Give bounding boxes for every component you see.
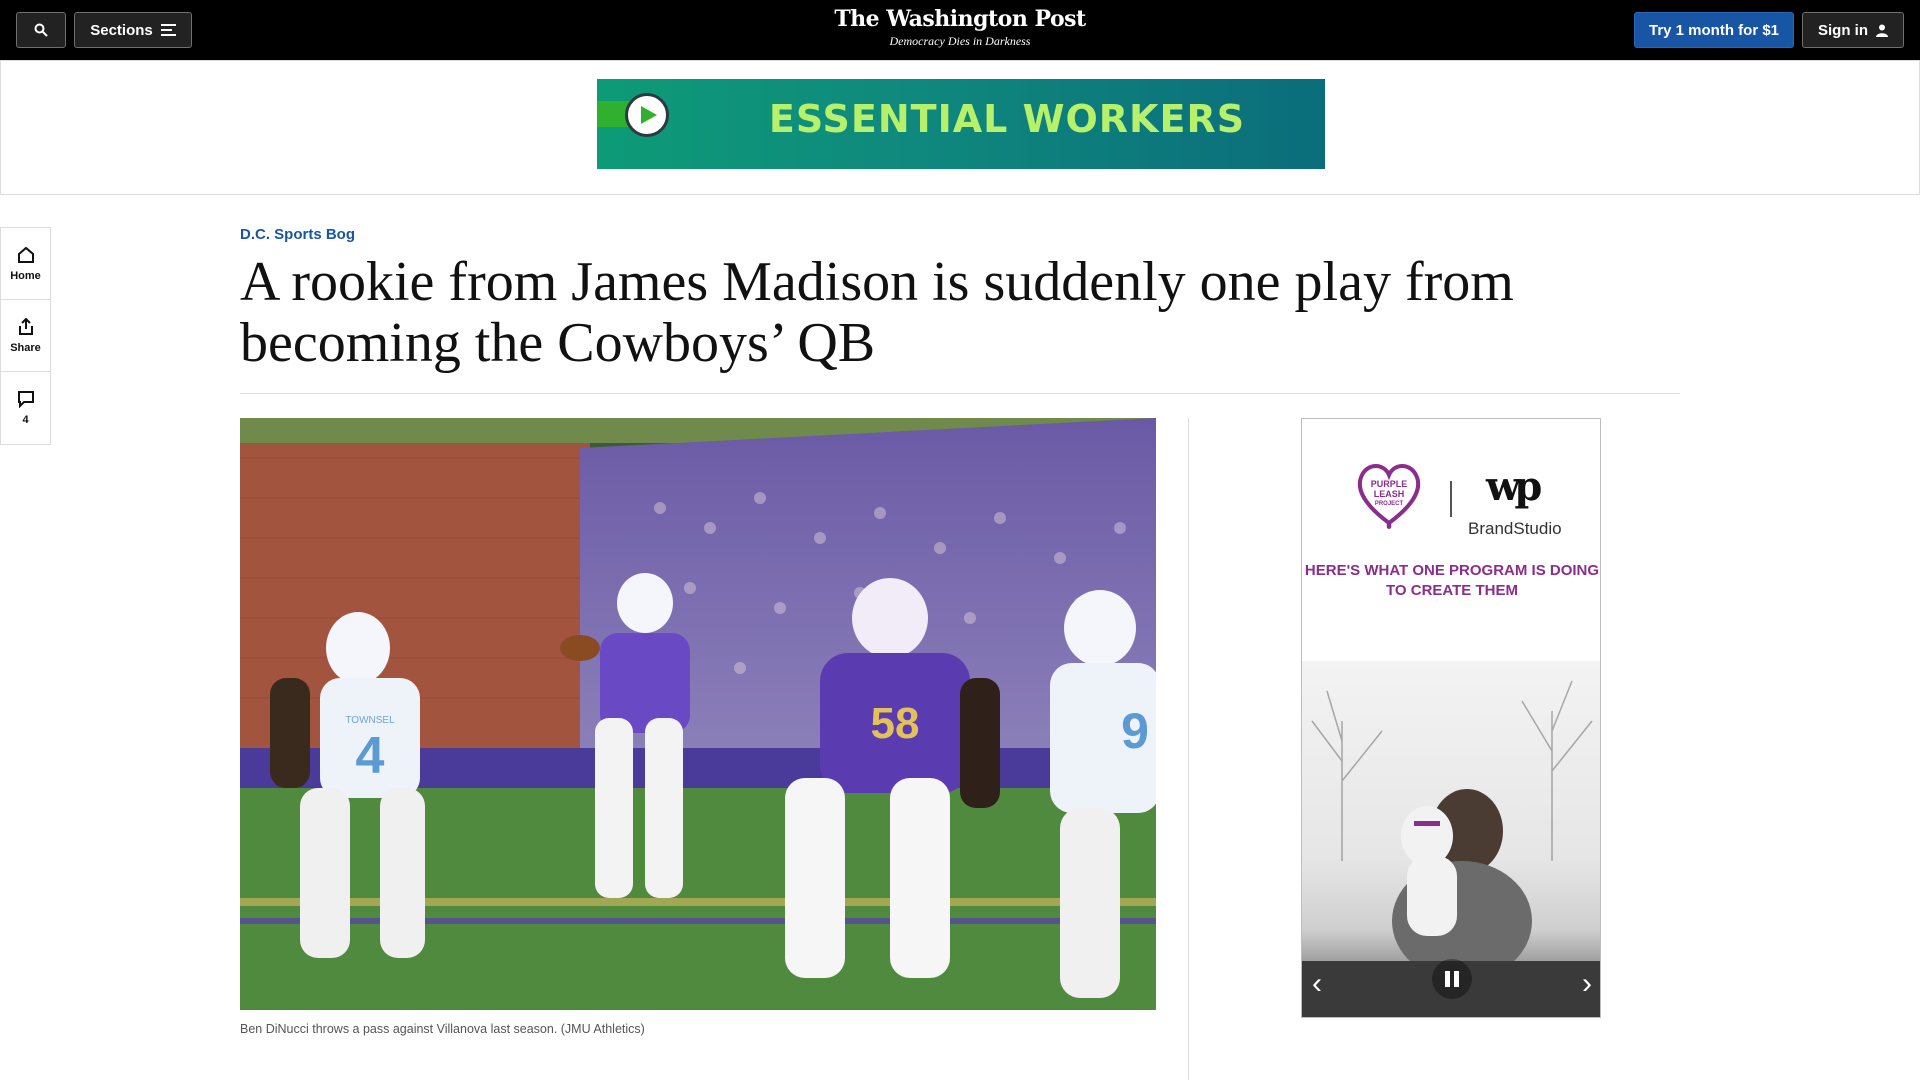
- rail-share-label: Share: [10, 341, 41, 354]
- sign-in-button[interactable]: Sign in: [1802, 12, 1904, 48]
- user-icon: [1876, 24, 1888, 37]
- article-lead-photo: TOWNSEL 4 58 9: [240, 418, 1156, 1010]
- ad-prev-arrow[interactable]: ‹: [1312, 967, 1322, 1001]
- top-nav-bar: Sections The Washington Post Democracy D…: [0, 0, 1920, 60]
- comment-icon: [17, 391, 34, 408]
- ad-logo-divider: [1450, 481, 1452, 517]
- article-headline: A rookie from James Madison is suddenly …: [240, 251, 1514, 374]
- rail-home-label: Home: [10, 269, 41, 282]
- jersey-right-number: 9: [1121, 703, 1149, 759]
- brandstudio-side-ad[interactable]: PURPLE LEASH PROJECT wp BrandStudio HERE…: [1301, 418, 1601, 1018]
- jersey-left-number: 4: [356, 727, 385, 785]
- wp-monogram: wp: [1486, 463, 1542, 510]
- site-logo[interactable]: The Washington Post Democracy Dies in Da…: [0, 6, 1920, 49]
- purple-leash-logo: PURPLE LEASH PROJECT: [1354, 459, 1424, 534]
- ad-pause-button[interactable]: [1432, 959, 1472, 999]
- purple-leash-line1: PURPLE: [1370, 479, 1408, 489]
- comments-count: 4: [22, 414, 29, 426]
- side-ad-photo: ‹ ›: [1302, 661, 1600, 1017]
- home-icon: [17, 246, 34, 263]
- logo-tagline: Democracy Dies in Darkness: [889, 34, 1031, 48]
- ad-next-arrow[interactable]: ›: [1582, 967, 1592, 1001]
- essential-workers-ad[interactable]: ESSENTIAL WORKERS: [597, 79, 1325, 169]
- left-share-rail: Home Share 4: [0, 227, 51, 445]
- share-icon: [18, 317, 33, 335]
- rail-home-button[interactable]: Home: [1, 228, 50, 300]
- headline-divider: [240, 393, 1680, 394]
- play-icon: [625, 93, 669, 137]
- pause-icon-bar-left: [1445, 971, 1450, 987]
- jersey-left-name: TOWNSEL: [345, 715, 395, 726]
- jersey-center-number: 58: [871, 699, 920, 748]
- sign-in-label: Sign in: [1818, 21, 1868, 39]
- football-photo-illustration: TOWNSEL 4 58 9: [240, 418, 1156, 1010]
- brandstudio-label: BrandStudio: [1468, 519, 1562, 538]
- rail-comments-button[interactable]: 4: [1, 372, 50, 444]
- photo-caption: Ben DiNucci throws a pass against Villan…: [240, 1022, 645, 1036]
- subscribe-trial-button[interactable]: Try 1 month for $1: [1634, 12, 1794, 48]
- side-ad-copy: HERE'S WHAT ONE PROGRAM IS DOING TO CREA…: [1304, 562, 1600, 599]
- column-divider: [1188, 418, 1189, 1080]
- logo-wordmark: The Washington Post: [834, 6, 1086, 32]
- purple-leash-line2: LEASH: [1373, 489, 1405, 499]
- rail-share-button[interactable]: Share: [1, 300, 50, 372]
- ad-banner-strip: ESSENTIAL WORKERS: [0, 60, 1920, 195]
- article-kicker-link[interactable]: D.C. Sports Bog: [240, 226, 355, 243]
- purple-leash-line3: PROJECT: [1374, 501, 1404, 507]
- pause-icon-bar-right: [1454, 971, 1459, 987]
- ad-banner-title: ESSENTIAL WORKERS: [768, 97, 1246, 141]
